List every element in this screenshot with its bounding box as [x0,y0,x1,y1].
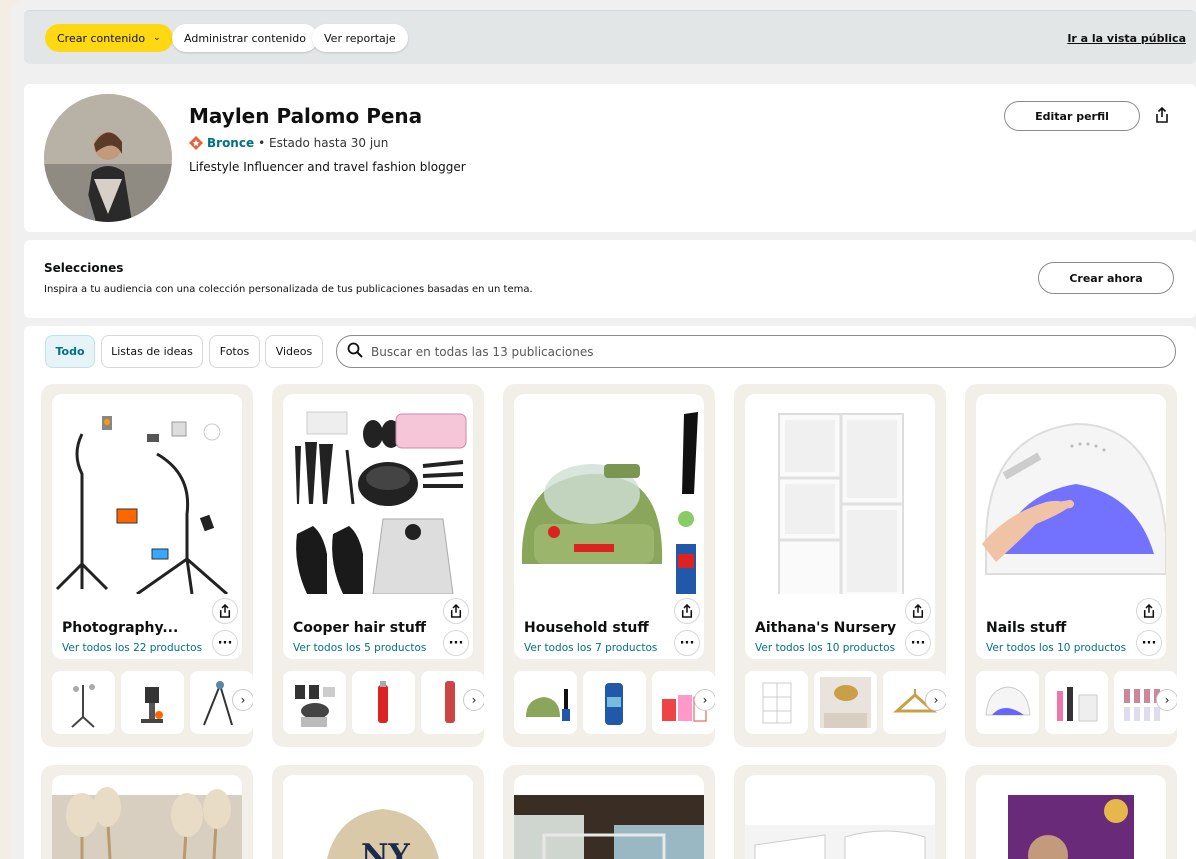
selections-description: Inspira a tu audiencia con una colección… [44,284,533,295]
tab-videos[interactable]: Videos [265,335,323,368]
avatar [44,94,172,222]
tab-idea-lists[interactable]: Listas de ideas [101,335,203,368]
chevron-down-icon: ⌄ [153,33,161,43]
product-thumbnail[interactable] [1045,671,1108,734]
svg-text:NY: NY [361,838,410,859]
idea-list-card[interactable]: NY [272,765,484,859]
card-body: Photography... Ver todos los 22 producto… [52,394,242,659]
create-content-label: Crear contenido [57,31,146,45]
card-title: Photography... [62,620,179,636]
tier-expiry: • Estado hasta 30 jun [258,136,389,150]
card-image: NY [283,775,473,859]
app-frame: Crear contenido ⌄ Administrar contenido … [10,0,1196,859]
selections-title: Selecciones [44,261,124,275]
posts-section: Todo Listas de ideas Fotos Videos Buscar… [24,326,1196,859]
tab-all[interactable]: Todo [45,335,95,368]
share-icon[interactable] [1148,101,1176,129]
card-title: Cooper hair stuff [293,620,427,636]
more-options-icon[interactable]: ··· [212,630,238,656]
next-arrow-icon[interactable]: › [925,689,946,711]
profile-name: Maylen Palomo Pena [189,104,423,128]
idea-list-card[interactable] [503,765,715,859]
product-thumbnail[interactable] [352,671,415,734]
idea-list-card[interactable]: Household stuff Ver todos los 7 producto… [503,384,715,747]
selections-card: Selecciones Inspira a tu audiencia con u… [24,240,1196,318]
product-thumbnail[interactable] [283,671,346,734]
view-all-products-link[interactable]: Ver todos los 7 productos [524,642,657,654]
bronze-badge-icon [189,136,203,150]
edit-profile-button[interactable]: Editar perfil [1004,101,1140,131]
view-all-products-link[interactable]: Ver todos los 10 productos [755,642,895,654]
view-all-products-link[interactable]: Ver todos los 5 productos [293,642,426,654]
product-thumbnails: › [514,671,715,735]
idea-list-card[interactable]: Aithana's Nursery Ver todos los 10 produ… [734,384,946,747]
profile-card: Maylen Palomo Pena Bronce • Estado hasta… [24,84,1196,232]
share-icon[interactable] [905,598,931,624]
search-icon [347,342,363,362]
view-report-button[interactable]: Ver reportaje [312,24,408,52]
product-thumbnails: › [52,671,253,735]
share-icon[interactable] [1136,598,1162,624]
search-input[interactable] [371,344,1071,359]
product-thumbnail[interactable] [814,671,877,734]
tab-photos[interactable]: Fotos [209,335,260,368]
card-title: Nails stuff [986,620,1067,636]
product-thumbnail[interactable] [121,671,184,734]
search-bar[interactable] [336,335,1176,368]
card-image [52,775,242,859]
share-icon[interactable] [443,598,469,624]
card-image [982,422,1166,575]
public-view-link[interactable]: Ir a la vista pública [1067,32,1186,45]
share-icon[interactable] [674,598,700,624]
card-image [295,411,467,594]
next-arrow-icon[interactable]: › [463,689,484,711]
more-options-icon[interactable]: ··· [443,630,469,656]
tier-name: Bronce [207,136,255,150]
next-arrow-icon[interactable]: › [694,689,715,711]
card-image [976,775,1166,859]
product-thumbnail[interactable] [745,671,808,734]
card-title: Household stuff [524,620,649,636]
next-arrow-icon[interactable]: › [232,689,253,711]
card-image [55,416,228,594]
idea-list-card[interactable] [734,765,946,859]
more-options-icon[interactable]: ··· [905,630,931,656]
tier-status: Bronce • Estado hasta 30 jun [189,136,388,150]
create-now-button[interactable]: Crear ahora [1038,262,1174,294]
card-body: Cooper hair stuff Ver todos los 5 produc… [283,394,473,659]
more-options-icon[interactable]: ··· [1136,630,1162,656]
idea-list-card[interactable]: Cooper hair stuff Ver todos los 5 produc… [272,384,484,747]
card-body: Household stuff Ver todos los 7 producto… [514,394,704,659]
profile-bio: Lifestyle Influencer and travel fashion … [189,160,466,174]
create-content-button[interactable]: Crear contenido ⌄ [45,24,173,52]
idea-list-card[interactable] [41,765,253,859]
product-thumbnails: › [283,671,484,735]
manage-content-button[interactable]: Administrar contenido [172,24,319,52]
more-options-icon[interactable]: ··· [674,630,700,656]
view-all-products-link[interactable]: Ver todos los 22 productos [62,642,202,654]
product-thumbnail[interactable] [976,671,1039,734]
view-all-products-link[interactable]: Ver todos los 10 productos [986,642,1126,654]
creator-toolbar: Crear contenido ⌄ Administrar contenido … [24,10,1196,64]
idea-list-card[interactable] [965,765,1177,859]
next-arrow-icon[interactable]: › [1156,689,1177,711]
product-thumbnail[interactable] [583,671,646,734]
product-thumbnails: › [745,671,946,735]
card-image [514,775,704,859]
idea-list-card[interactable]: Photography... Ver todos los 22 producto… [41,384,253,747]
card-image [778,413,904,594]
share-icon[interactable] [212,598,238,624]
product-thumbnail[interactable] [52,671,115,734]
card-body: Nails stuff Ver todos los 10 productos ·… [976,394,1166,659]
idea-list-card[interactable]: Nails stuff Ver todos los 10 productos ·… [965,384,1177,747]
card-image [521,412,698,594]
product-thumbnail[interactable] [514,671,577,734]
card-image [745,775,935,859]
product-thumbnails: › [976,671,1177,735]
card-body: Aithana's Nursery Ver todos los 10 produ… [745,394,935,659]
card-title: Aithana's Nursery [755,620,897,636]
